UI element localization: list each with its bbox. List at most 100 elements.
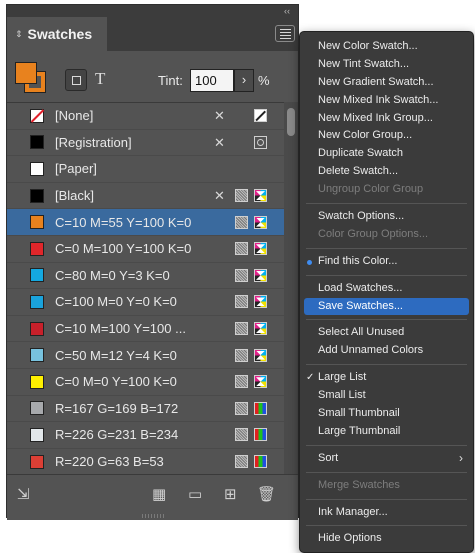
menu-item-label: Large List: [318, 371, 367, 384]
tint-slider-toggle[interactable]: ›: [234, 69, 254, 92]
none-swatch-icon: [254, 109, 267, 123]
swatch-row[interactable]: C=50 M=12 Y=4 K=0: [7, 342, 286, 369]
menu-item-new-mixed-ink-swatch[interactable]: New Mixed Ink Swatch...: [300, 92, 473, 110]
menu-item-swatch-options[interactable]: Swatch Options...: [300, 208, 473, 226]
menu-item-sort[interactable]: Sort ›: [300, 450, 473, 468]
menu-item-ink-manager[interactable]: Ink Manager...: [300, 504, 473, 522]
swatch-name: C=0 M=100 Y=100 K=0: [55, 241, 192, 257]
swatch-row[interactable]: [Registration] ✕: [7, 130, 286, 157]
menu-item-small-list[interactable]: Small List: [300, 387, 473, 405]
menu-separator: [306, 471, 467, 473]
menu-item-new-tint-swatch[interactable]: New Tint Swatch...: [300, 56, 473, 74]
menu-item-new-mixed-ink-group[interactable]: New Mixed Ink Group...: [300, 110, 473, 128]
menu-separator: [306, 274, 467, 276]
menu-item-merge-swatches: Merge Swatches: [300, 477, 473, 495]
swatch-row[interactable]: R=220 G=63 B=53: [7, 449, 286, 475]
menu-item-small-thumbnail[interactable]: Small Thumbnail: [300, 405, 473, 423]
fill-swatch[interactable]: [15, 62, 37, 84]
menu-item-large-thumbnail[interactable]: Large Thumbnail: [300, 423, 473, 441]
menu-item-label: Load Swatches...: [318, 281, 403, 294]
menu-item-save-swatches[interactable]: Save Swatches...: [304, 297, 469, 316]
cmyk-mode-icon: [254, 322, 267, 336]
swatch-color-chip: [30, 294, 44, 309]
scrollbar-thumb[interactable]: [287, 108, 295, 136]
menu-item-label: Add Unnamed Colors: [318, 344, 424, 357]
swatch-name: [Registration]: [55, 134, 132, 150]
new-swatch-icon[interactable]: ⊞: [224, 487, 237, 503]
list-scrollbar[interactable]: [284, 102, 298, 474]
rgb-mode-icon: [254, 428, 267, 442]
registration-icon: [254, 135, 267, 149]
swatch-color-chip: [30, 401, 44, 416]
tint-percent-unit: %: [258, 73, 270, 88]
swatch-name: R=167 G=169 B=172: [55, 400, 179, 416]
swatch-name: [Paper]: [55, 161, 97, 177]
swatch-row[interactable]: R=167 G=169 B=172: [7, 396, 286, 423]
swatch-row[interactable]: C=80 M=0 Y=3 K=0: [7, 263, 286, 290]
tab-row: ⇕ Swatches: [7, 17, 298, 51]
new-color-group-icon[interactable]: ▭: [188, 487, 202, 503]
place-swatch-icon[interactable]: ⇲: [17, 487, 30, 503]
process-color-icon: [235, 375, 248, 389]
swatch-row[interactable]: C=10 M=55 Y=100 K=0: [7, 209, 286, 236]
swatch-color-chip: [30, 374, 44, 389]
swatch-controls: T Tint: 100 › %: [7, 51, 298, 103]
swatch-name: C=100 M=0 Y=0 K=0: [55, 294, 177, 310]
show-swatch-kinds-icon[interactable]: ▦: [152, 487, 166, 503]
rgb-mode-icon: [254, 401, 267, 415]
formatting-affects-container-button[interactable]: [65, 69, 87, 91]
tint-input[interactable]: 100: [190, 69, 234, 92]
tab-expand-icon[interactable]: ⇕: [15, 29, 23, 39]
panel-title-bar[interactable]: ‹‹: [7, 5, 298, 17]
swatch-color-chip: [30, 215, 44, 230]
menu-item-label: New Gradient Swatch...: [318, 75, 434, 88]
process-color-icon: [235, 215, 248, 229]
menu-item-find-this-color[interactable]: Find this Color...: [300, 253, 473, 271]
tint-label: Tint:: [158, 73, 183, 88]
menu-item-new-color-swatch[interactable]: New Color Swatch...: [300, 38, 473, 56]
menu-item-delete-swatch[interactable]: Delete Swatch...: [300, 163, 473, 181]
swatch-name: [None]: [55, 108, 94, 124]
panel-menu-button[interactable]: [275, 25, 295, 42]
menu-separator: [306, 247, 467, 249]
resize-grip[interactable]: [142, 514, 166, 518]
menu-item-duplicate-swatch[interactable]: Duplicate Swatch: [300, 145, 473, 163]
menu-item-label: New Mixed Ink Group...: [318, 111, 433, 124]
fill-stroke-proxy[interactable]: [15, 62, 47, 94]
swatch-color-chip: [30, 348, 44, 363]
container-icon: [71, 75, 81, 85]
cmyk-mode-icon: [254, 189, 267, 203]
swatch-row[interactable]: [Paper]: [7, 156, 286, 183]
swatch-row[interactable]: C=10 M=100 Y=100 ...: [7, 316, 286, 343]
cmyk-mode-icon: [254, 268, 267, 282]
swatch-row[interactable]: C=100 M=0 Y=0 K=0: [7, 289, 286, 316]
cmyk-mode-icon: [254, 348, 267, 362]
menu-item-new-color-group[interactable]: New Color Group...: [300, 127, 473, 145]
collapse-panel-icon[interactable]: ‹‹: [284, 5, 290, 17]
menu-item-label: Hide Options: [318, 532, 382, 545]
menu-item-label: Select All Unused: [318, 326, 405, 339]
swatch-row[interactable]: R=226 G=231 B=234: [7, 422, 286, 449]
menu-item-label: Sort: [318, 451, 339, 464]
delete-swatch-icon[interactable]: 🗑: [257, 487, 276, 503]
menu-item-add-unnamed-colors[interactable]: Add Unnamed Colors: [300, 342, 473, 360]
menu-item-select-all-unused[interactable]: Select All Unused: [300, 324, 473, 342]
swatch-row[interactable]: C=0 M=0 Y=100 K=0: [7, 369, 286, 396]
tab-swatches[interactable]: ⇕ Swatches: [7, 17, 107, 51]
formatting-affects-text-button[interactable]: T: [95, 69, 105, 89]
menu-item-hide-options[interactable]: Hide Options: [300, 530, 473, 548]
process-color-icon: [235, 295, 248, 309]
menu-item-new-gradient-swatch[interactable]: New Gradient Swatch...: [300, 74, 473, 92]
process-color-icon: [235, 322, 248, 336]
tab-label: Swatches: [27, 26, 93, 42]
swatches-panel: ‹‹ ⇕ Swatches T Tint: 100 › % [None] ✕ [Re…: [6, 4, 299, 520]
menu-item-load-swatches[interactable]: Load Swatches...: [300, 280, 473, 298]
swatch-row[interactable]: C=0 M=100 Y=100 K=0: [7, 236, 286, 263]
menu-item-label: Color Group Options...: [318, 227, 429, 240]
swatch-row[interactable]: [Black] ✕: [7, 183, 286, 210]
menu-item-large-list[interactable]: ✓ Large List: [300, 369, 473, 387]
menu-separator: [306, 364, 467, 366]
process-color-icon: [235, 268, 248, 282]
process-color-icon: [235, 428, 248, 442]
swatch-row[interactable]: [None] ✕: [7, 103, 286, 130]
